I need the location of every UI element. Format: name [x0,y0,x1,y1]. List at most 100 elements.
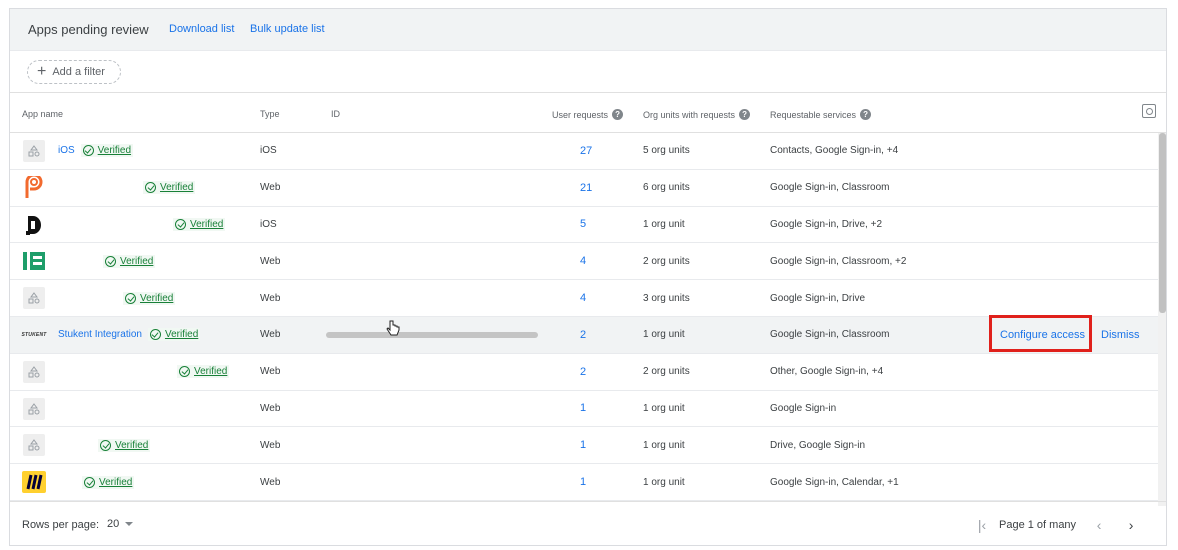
col-user-requests[interactable]: User requests? [552,109,624,120]
user-requests-count[interactable]: 27 [580,133,592,169]
rows-per-page-value: 20 [107,518,120,530]
services-cell: Google Sign-in, Classroom [770,182,890,194]
generic-app-icon [22,433,46,457]
col-type[interactable]: Type [260,109,280,119]
verified-badge[interactable]: Verified [103,254,156,268]
help-icon[interactable]: ? [739,109,751,120]
check-circle-icon [125,292,136,304]
user-requests-count[interactable]: 4 [580,243,586,279]
col-id[interactable]: ID [331,109,340,119]
check-circle-icon [84,476,95,488]
verified-badge[interactable]: Verified [147,328,201,342]
panel-header: Apps pending review Download list Bulk u… [10,9,1166,51]
rows-per-page-label: Rows per page: [22,519,100,531]
user-requests-count[interactable]: 1 [580,464,586,500]
services-cell: Google Sign-in [770,402,837,414]
user-requests-count[interactable]: 2 [580,317,586,353]
verified-label: Verified [160,182,194,194]
user-requests-count[interactable]: 1 [580,427,586,463]
miro-logo-icon [22,470,46,494]
verified-badge[interactable]: Verified [80,144,134,158]
black-d-logo-icon [22,213,46,237]
previous-page-icon[interactable]: ‹ [1090,516,1108,534]
verified-badge[interactable]: Verified [98,438,151,452]
verified-label: Verified [120,255,154,267]
configure-access-button[interactable]: Configure access [1000,317,1085,353]
table-row[interactable]: Verified Web 4 2 org units Google Sign-in, C… [10,243,1158,281]
table-row[interactable]: iOS Verified iOS 27 5 org units Contacts, Goo… [10,133,1158,170]
stukent-logo-icon: STUKENT [22,323,47,347]
hand-cursor-icon [386,320,400,341]
col-org-units[interactable]: Org units with requests? [643,109,751,120]
app-name-link[interactable]: Stukent Integration [58,329,142,340]
table-row[interactable]: Verified Web 4 3 org units Google Sign-in, D… [10,280,1158,317]
help-icon[interactable]: ? [860,109,872,120]
verified-label: Verified [140,292,174,304]
scrollbar[interactable] [1158,133,1166,506]
org-units-cell: 3 org units [643,292,690,304]
col-services[interactable]: Requestable services? [770,109,872,120]
check-circle-icon [105,255,116,267]
app-name-cell: iOS Verified [58,133,134,169]
type-cell: Web [260,182,281,194]
app-name-link[interactable]: iOS [58,145,75,156]
add-filter-button[interactable]: + Add a filter [27,60,121,84]
table-row[interactable]: Verified Web 1 1 org unit Drive, Google Sign… [10,427,1158,465]
services-cell: Google Sign-in, Drive, +2 [770,218,883,230]
filter-bar: + Add a filter [10,51,1166,93]
add-filter-label: Add a filter [52,66,105,78]
generic-app-icon [22,139,46,163]
check-circle-icon [179,366,190,378]
org-units-cell: 1 org unit [643,329,685,341]
verified-badge[interactable]: Verified [173,217,226,231]
table-row[interactable]: STUKENT Stukent Integration Verified Web 2 1 … [10,314,1158,354]
user-requests-count[interactable]: 4 [580,280,586,316]
table-row[interactable]: Verified Web 1 1 org unit Google Sign-in, Ca… [10,464,1158,501]
help-icon[interactable]: ? [612,109,624,120]
verified-label: Verified [194,366,228,378]
services-cell: Contacts, Google Sign-in, +4 [770,145,899,157]
download-list-link[interactable]: Download list [169,23,234,35]
user-requests-count[interactable]: 2 [580,354,586,390]
services-cell: Google Sign-in, Calendar, +1 [770,476,899,488]
bulk-update-list-link[interactable]: Bulk update list [250,23,325,35]
org-units-cell: 1 org unit [643,476,685,488]
generic-app-icon [22,360,46,384]
rows-per-page-select[interactable]: 20 [107,518,134,530]
table-header: App name Type ID User requests? Org unit… [10,93,1166,133]
plus-icon: + [37,63,47,80]
next-page-icon[interactable]: › [1122,516,1140,534]
table-row[interactable]: Verified Web 21 6 org units Google Sign-in, … [10,170,1158,207]
dismiss-button[interactable]: Dismiss [1101,317,1140,353]
app-name-cell: Stukent Integration Verified [58,317,201,353]
col-app-name[interactable]: App name [22,109,63,119]
page-indicator: Page 1 of many [999,519,1077,531]
check-circle-icon [145,182,156,194]
app-name-cell: Verified [177,354,230,390]
user-requests-count[interactable]: 21 [580,170,592,206]
table-row[interactable]: Verified Web 2 2 org units Other, Google Sig… [10,354,1158,391]
first-page-icon[interactable]: |‹ [973,516,991,534]
green-logo-icon [22,249,46,273]
col-services-label: Requestable services [770,109,857,120]
page-title: Apps pending review [28,22,149,37]
org-units-cell: 1 org unit [643,218,685,230]
verified-badge[interactable]: Verified [143,181,196,195]
generic-app-icon [22,286,46,310]
col-org-units-label: Org units with requests [643,109,736,120]
services-cell: Google Sign-in, Classroom, +2 [770,255,907,267]
table-row[interactable]: Verified iOS 5 1 org unit Google Sign-in, Dr… [10,207,1158,244]
verified-badge[interactable]: Verified [123,291,176,305]
org-units-cell: 1 org unit [643,439,685,451]
verified-badge[interactable]: Verified [177,365,230,379]
verified-badge[interactable]: Verified [82,475,135,489]
org-units-cell: 5 org units [643,145,690,157]
column-settings-gear-icon[interactable] [1142,104,1156,118]
generic-app-icon [22,397,46,421]
type-cell: Web [260,329,281,341]
table-row[interactable]: Web 1 1 org unit Google Sign-in [10,391,1158,428]
scrollbar-thumb[interactable] [1159,133,1166,313]
user-requests-count[interactable]: 1 [580,391,586,427]
user-requests-count[interactable]: 5 [580,207,586,243]
type-cell: Web [260,255,281,267]
